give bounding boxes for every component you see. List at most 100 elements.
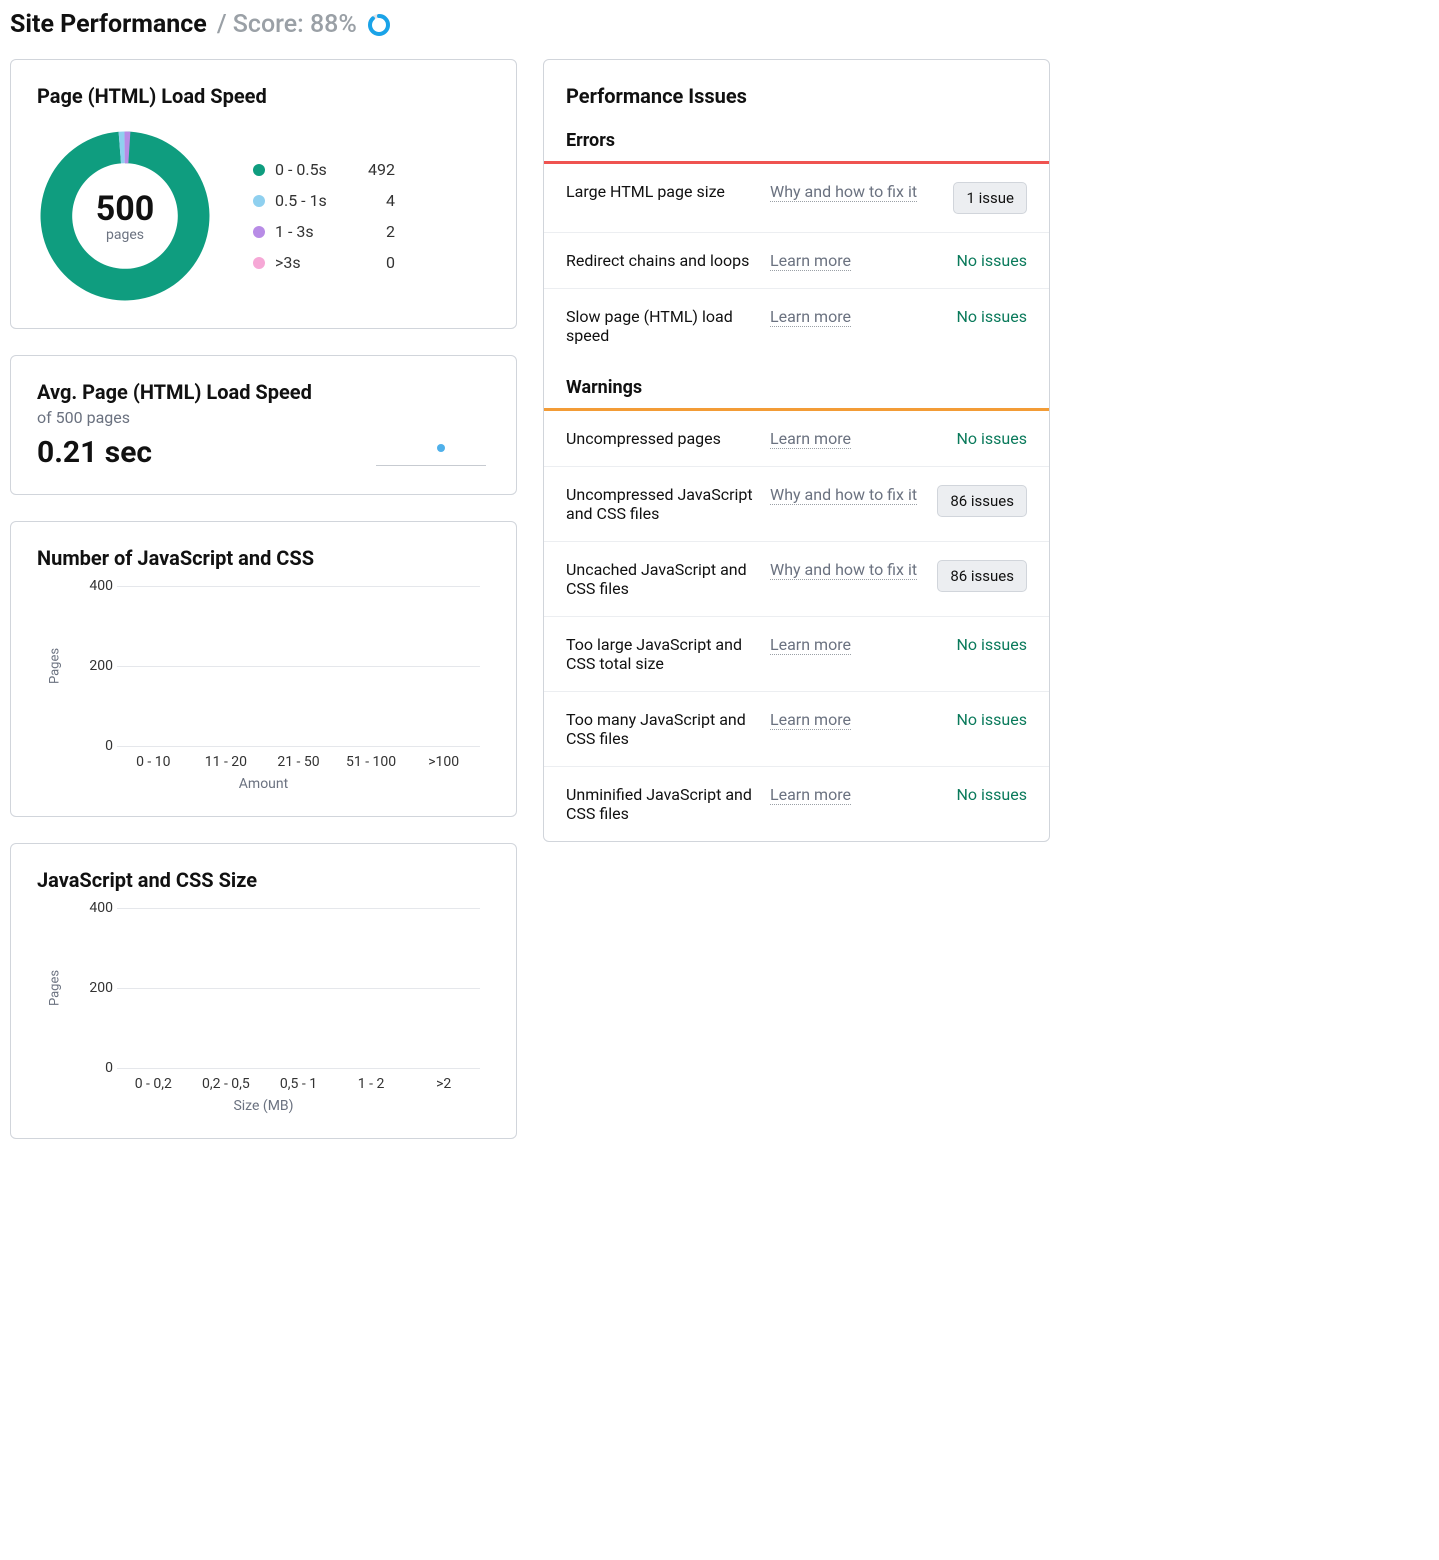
- x-tick: 1 - 2: [335, 1076, 408, 1092]
- legend-label: 0 - 0.5s: [275, 160, 355, 179]
- load-speed-donut: 500 pages: [37, 128, 213, 304]
- issue-row: Too many JavaScript and CSS files Learn m…: [544, 692, 1049, 767]
- legend-label: 1 - 3s: [275, 222, 355, 241]
- js-size-card: JavaScript and CSS Size Pages 0 200 400 0 - …: [10, 843, 517, 1139]
- issue-row: Uncompressed pages Learn more No issues: [544, 411, 1049, 467]
- issues-title: Performance Issues: [544, 60, 1049, 116]
- page-header: Site Performance / Score: 88%: [10, 10, 1050, 39]
- legend-item: 0.5 - 1s4: [253, 191, 395, 210]
- legend-dot-icon: [253, 226, 265, 238]
- js-count-title: Number of JavaScript and CSS: [37, 546, 490, 570]
- load-speed-card: Page (HTML) Load Speed 500 pages 0 - 0.5…: [10, 59, 517, 329]
- issue-count-button[interactable]: 1 issue: [953, 182, 1027, 214]
- issue-row: Large HTML page size Why and how to fix i…: [544, 164, 1049, 233]
- y-axis-label: Pages: [48, 648, 63, 684]
- legend-label: >3s: [275, 253, 355, 272]
- issue-name: Too large JavaScript and CSS total size: [566, 635, 756, 673]
- progress-ring-icon: [367, 13, 391, 37]
- avg-load-value: 0.21 sec: [37, 435, 312, 470]
- page-title: Site Performance: [10, 10, 207, 39]
- legend-value: 0: [355, 253, 395, 272]
- js-count-chart: Pages02004000 - 1011 - 2021 - 5051 - 100…: [37, 586, 490, 792]
- warnings-heading: Warnings: [544, 363, 1049, 411]
- avg-load-subtitle: of 500 pages: [37, 408, 312, 427]
- issue-count-button[interactable]: 86 issues: [937, 560, 1027, 592]
- y-axis-label: Pages: [48, 970, 63, 1006]
- errors-list: Large HTML page size Why and how to fix i…: [544, 164, 1049, 363]
- legend-label: 0.5 - 1s: [275, 191, 355, 210]
- issue-help-link[interactable]: Learn more: [770, 710, 920, 729]
- issue-help-link[interactable]: Learn more: [770, 429, 920, 448]
- y-tick: 400: [83, 578, 113, 594]
- errors-heading: Errors: [544, 116, 1049, 164]
- issue-name: Redirect chains and loops: [566, 251, 756, 270]
- issue-row: Slow page (HTML) load speed Learn more No …: [544, 289, 1049, 363]
- issue-help-link[interactable]: Why and how to fix it: [770, 560, 920, 579]
- legend-item: >3s0: [253, 253, 395, 272]
- x-axis-label: Amount: [37, 776, 490, 792]
- legend-dot-icon: [253, 257, 265, 269]
- x-tick: 51 - 100: [335, 754, 408, 770]
- issue-name: Slow page (HTML) load speed: [566, 307, 756, 345]
- no-issues-label: No issues: [957, 307, 1027, 326]
- issue-help-link[interactable]: Learn more: [770, 785, 920, 804]
- y-tick: 200: [83, 980, 113, 996]
- issue-help-link[interactable]: Learn more: [770, 635, 920, 654]
- issue-name: Unminified JavaScript and CSS files: [566, 785, 756, 823]
- legend-dot-icon: [253, 195, 265, 207]
- js-count-card: Number of JavaScript and CSS Pages 0 200 40…: [10, 521, 517, 817]
- issue-help-link[interactable]: Why and how to fix it: [770, 182, 920, 201]
- legend-dot-icon: [253, 164, 265, 176]
- x-tick: >2: [407, 1076, 480, 1092]
- no-issues-label: No issues: [957, 429, 1027, 448]
- issue-name: Uncompressed pages: [566, 429, 756, 448]
- issue-row: Redirect chains and loops Learn more No is…: [544, 233, 1049, 289]
- issue-name: Uncompressed JavaScript and CSS files: [566, 485, 756, 523]
- performance-issues-card: Performance Issues Errors Large HTML pag…: [543, 59, 1050, 842]
- issue-row: Uncompressed JavaScript and CSS files Why…: [544, 467, 1049, 542]
- x-tick: 0 - 10: [117, 754, 190, 770]
- x-tick: 21 - 50: [262, 754, 335, 770]
- x-tick: 0 - 0,2: [117, 1076, 190, 1092]
- x-tick: 11 - 20: [190, 754, 263, 770]
- no-issues-label: No issues: [957, 251, 1027, 270]
- issue-row: Uncached JavaScript and CSS files Why and…: [544, 542, 1049, 617]
- x-tick: 0,5 - 1: [262, 1076, 335, 1092]
- y-tick: 200: [83, 658, 113, 674]
- issue-help-link[interactable]: Why and how to fix it: [770, 485, 920, 504]
- gridline: [117, 1068, 480, 1069]
- legend-value: 2: [355, 222, 395, 241]
- issue-help-link[interactable]: Learn more: [770, 307, 920, 326]
- legend-value: 492: [355, 160, 395, 179]
- issue-row: Unminified JavaScript and CSS files Learn…: [544, 767, 1049, 841]
- avg-load-title: Avg. Page (HTML) Load Speed: [37, 380, 312, 404]
- warnings-list: Uncompressed pagesLearn moreNo issuesUnc…: [544, 411, 1049, 841]
- x-tick: >100: [407, 754, 480, 770]
- load-speed-legend: 0 - 0.5s4920.5 - 1s41 - 3s2>3s0: [253, 160, 395, 272]
- avg-load-card: Avg. Page (HTML) Load Speed of 500 pages…: [10, 355, 517, 495]
- y-tick: 0: [83, 738, 113, 754]
- no-issues-label: No issues: [957, 635, 1027, 654]
- issue-help-link[interactable]: Learn more: [770, 251, 920, 270]
- x-axis-label: Size (MB): [37, 1098, 490, 1114]
- sparkline-point-icon: [437, 444, 445, 452]
- no-issues-label: No issues: [957, 785, 1027, 804]
- issue-name: Too many JavaScript and CSS files: [566, 710, 756, 748]
- js-size-chart: Pages02004000 - 0,20,2 - 0,50,5 - 11 - 2…: [37, 908, 490, 1114]
- legend-value: 4: [355, 191, 395, 210]
- legend-item: 0 - 0.5s492: [253, 160, 395, 179]
- issue-name: Large HTML page size: [566, 182, 756, 201]
- no-issues-label: No issues: [957, 710, 1027, 729]
- score-text: / Score: 88%: [217, 10, 357, 39]
- avg-sparkline: [376, 438, 486, 466]
- issue-row: Too large JavaScript and CSS total size L…: [544, 617, 1049, 692]
- y-tick: 0: [83, 1060, 113, 1076]
- gridline: [117, 746, 480, 747]
- x-tick: 0,2 - 0,5: [190, 1076, 263, 1092]
- load-speed-title: Page (HTML) Load Speed: [37, 84, 490, 108]
- y-tick: 400: [83, 900, 113, 916]
- issue-count-button[interactable]: 86 issues: [937, 485, 1027, 517]
- legend-item: 1 - 3s2: [253, 222, 395, 241]
- js-size-title: JavaScript and CSS Size: [37, 868, 490, 892]
- issue-name: Uncached JavaScript and CSS files: [566, 560, 756, 598]
